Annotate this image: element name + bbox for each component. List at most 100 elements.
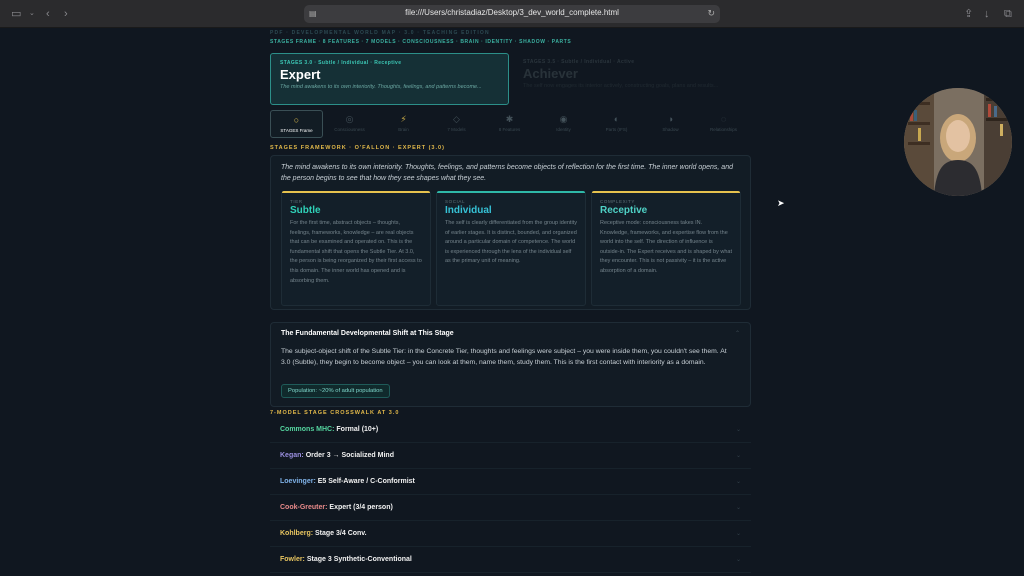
framework-panel: The mind awakens to its own interiority.… — [270, 155, 751, 310]
crosswalk-row-cook-greuter[interactable]: Cook-Greuter: Expert (3/4 person) ⌄ — [270, 497, 751, 521]
crosswalk-row-kegan[interactable]: Kegan: Order 3 → Socialized Mind ⌄ — [270, 445, 751, 469]
card-body: Receptive mode: consciousness takes IN. … — [600, 220, 732, 274]
mouse-cursor-icon: ➤ — [777, 198, 785, 208]
tab-identity[interactable]: ◉ Identity — [537, 110, 590, 138]
model-name: Cook-Greuter: — [280, 504, 328, 511]
tab-label: Consciousness — [334, 127, 365, 132]
chevron-down-icon[interactable]: ⌄ — [736, 530, 741, 537]
tier-card: TIER Subtle For the first time, abstract… — [281, 191, 431, 306]
crosswalk-row-kohlberg[interactable]: Kohlberg: Stage 3/4 Conv. ⌄ — [270, 523, 751, 547]
tab-parts-ifs[interactable]: ◐ Parts (IFS) — [590, 110, 643, 138]
model-value: Formal (10+) — [336, 426, 379, 433]
doc-kicker: PDF · DEVELOPMENTAL WORLD MAP · 3.0 · TE… — [270, 30, 490, 36]
card-title: Subtle — [290, 205, 321, 216]
stage-card-expert[interactable]: STAGES 3.0 · Subtle / Individual · Recep… — [270, 53, 509, 105]
social-card: SOCIAL Individual The self is clearly di… — [436, 191, 586, 306]
tab-label: Identity — [556, 127, 571, 132]
stage-card-desc: The self now engages its interior active… — [523, 83, 719, 89]
card-kicker: COMPLEXITY — [600, 199, 636, 204]
model-value: Expert (3/4 person) — [329, 504, 393, 511]
chevron-down-icon[interactable]: ⌄ — [736, 452, 741, 459]
model-name: Fowler: — [280, 556, 305, 563]
card-kicker: TIER — [290, 199, 303, 204]
url-text: file:///Users/christadiaz/Desktop/3_dev_… — [405, 8, 619, 17]
tab-stages-frame[interactable]: ○ STAGES Frame — [270, 110, 323, 138]
model-value: Stage 3 Synthetic-Conventional — [306, 556, 412, 563]
chevron-down-icon[interactable]: ⌄ — [736, 556, 741, 563]
model-value: Stage 3/4 Conv. — [315, 530, 367, 537]
tab-relationships[interactable]: ◌ Relationships — [697, 110, 750, 138]
framework-section-label: STAGES FRAMEWORK · O'FALLON · EXPERT (3.… — [270, 145, 445, 151]
model-name: Commons MHC: — [280, 426, 335, 433]
crosswalk-row-loevinger[interactable]: Loevinger: E5 Self-Aware / C-Conformist … — [270, 471, 751, 495]
card-body: For the first time, abstract objects – t… — [290, 220, 422, 284]
tab-label: 7 Models — [447, 127, 466, 132]
model-name: Kegan: — [280, 452, 304, 459]
card-accent-bar — [282, 191, 430, 193]
model-name: Kohlberg: — [280, 530, 314, 537]
stage-card-label: STAGES 3.5 · Subtle / Individual · Activ… — [523, 59, 635, 65]
tab-label: Brain — [398, 127, 409, 132]
half-circle-icon: ◐ — [613, 114, 620, 124]
download-icon[interactable]: ↓ — [984, 8, 990, 20]
model-value: Order 3 → Socialized Mind — [305, 452, 394, 459]
doc-subheader: STAGES FRAME · 8 FEATURES · 7 MODELS · C… — [270, 39, 572, 45]
presenter-video-image — [904, 88, 1012, 196]
population-badge: Population: ~20% of adult population — [281, 384, 390, 398]
page-content: PDF · DEVELOPMENTAL WORLD MAP · 3.0 · TE… — [0, 28, 1024, 576]
shift-title: The Fundamental Developmental Shift at T… — [281, 330, 454, 337]
card-body: The self is clearly differentiated from … — [445, 220, 577, 265]
sidebar-toggle-icon[interactable]: ▭ — [11, 8, 21, 20]
tabs-overview-icon[interactable]: ⧉ — [1004, 8, 1012, 20]
chevron-down-icon[interactable]: ⌄ — [736, 478, 741, 485]
stage-card-title: Expert — [280, 67, 321, 82]
lightning-icon: ⚡ — [400, 114, 407, 124]
asterisk-icon: ✱ — [505, 114, 514, 124]
tab-label: Parts (IFS) — [605, 127, 628, 132]
complexity-card: COMPLEXITY Receptive Receptive mode: con… — [591, 191, 741, 306]
address-bar[interactable]: ▤ file:///Users/christadiaz/Desktop/3_de… — [304, 5, 720, 23]
circle-icon: ○ — [293, 115, 300, 125]
stage-card-achiever[interactable]: STAGES 3.5 · Subtle / Individual · Activ… — [514, 53, 751, 105]
chevron-down-icon[interactable]: ⌄ — [736, 426, 741, 433]
forward-icon[interactable]: › — [64, 8, 68, 20]
card-kicker: SOCIAL — [445, 199, 466, 204]
shadow-icon: ◑ — [667, 114, 674, 124]
tab-consciousness[interactable]: ◎ Consciousness — [323, 110, 376, 138]
dot-circle-icon: ◉ — [559, 114, 568, 124]
tab-brain[interactable]: ⚡ Brain — [377, 110, 430, 138]
tab-8-features[interactable]: ✱ 8 Features — [483, 110, 536, 138]
stage-card-title: Achiever — [523, 66, 578, 81]
tab-7-models[interactable]: ◇ 7 Models — [430, 110, 483, 138]
back-icon[interactable]: ‹ — [46, 8, 50, 20]
card-accent-bar — [592, 191, 740, 193]
card-accent-bar — [437, 191, 585, 193]
developmental-shift-panel[interactable]: The Fundamental Developmental Shift at T… — [270, 322, 751, 407]
chevron-down-icon[interactable]: ⌄ — [736, 504, 741, 511]
crosswalk-section-label: 7-MODEL STAGE CROSSWALK AT 3.0 — [270, 410, 400, 416]
card-title: Receptive — [600, 205, 648, 216]
feature-tabs: ○ STAGES Frame ◎ Consciousness ⚡ Brain ◇… — [270, 110, 751, 138]
chevron-up-icon[interactable]: ⌃ — [735, 330, 740, 337]
framework-intro: The mind awakens to its own interiority.… — [281, 164, 733, 182]
stage-card-label: STAGES 3.0 · Subtle / Individual · Recep… — [280, 60, 402, 66]
crosswalk-row-commons[interactable]: Commons MHC: Formal (10+) ⌄ — [270, 419, 751, 443]
target-icon: ◎ — [345, 114, 354, 124]
tab-label: Relationships — [709, 127, 737, 132]
card-title: Individual — [445, 205, 492, 216]
share-icon[interactable]: ⇪ — [964, 8, 973, 20]
shift-body: The subject-object shift of the Subtle T… — [281, 348, 727, 366]
model-value: E5 Self-Aware / C-Conformist — [317, 478, 415, 485]
stage-card-desc: The mind awakens to its own interiority.… — [280, 84, 482, 90]
tab-shadow[interactable]: ◑ Shadow — [644, 110, 697, 138]
chevron-down-icon[interactable]: ⌄ — [29, 8, 35, 20]
diamond-icon: ◇ — [453, 114, 460, 124]
reload-icon[interactable]: ↻ — [707, 8, 715, 19]
tab-label: STAGES Frame — [280, 128, 313, 133]
tab-label: 8 Features — [498, 127, 521, 132]
crosswalk-row-fowler[interactable]: Fowler: Stage 3 Synthetic-Conventional ⌄ — [270, 549, 751, 573]
browser-toolbar: ▭ ⌄ ‹ › ▤ file:///Users/christadiaz/Desk… — [0, 0, 1024, 28]
webcam-overlay — [904, 88, 1012, 196]
tab-label: Shadow — [662, 127, 679, 132]
model-name: Loevinger: — [280, 478, 316, 485]
